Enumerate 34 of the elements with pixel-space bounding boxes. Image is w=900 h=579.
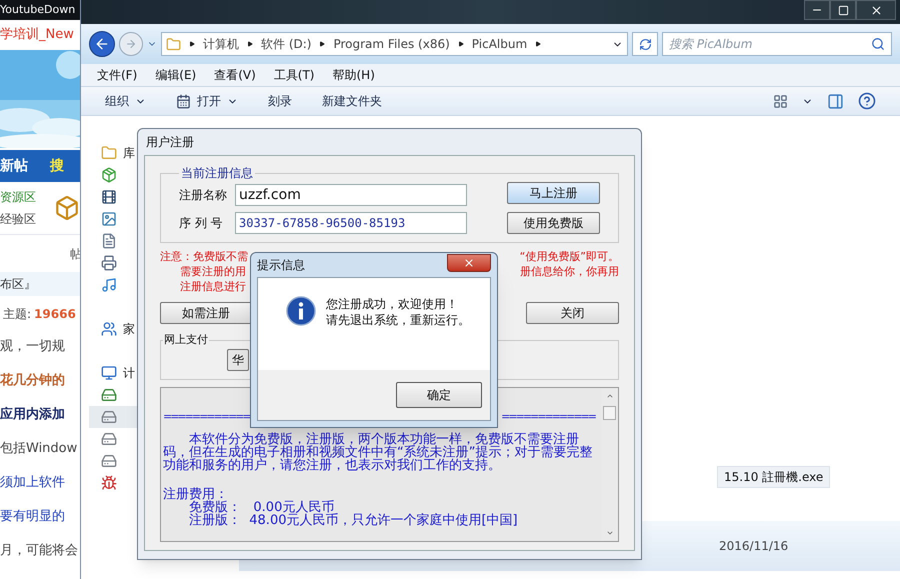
article-text: 要有明显的: [0, 508, 66, 526]
notice-text: 注意：免费版不需: [160, 249, 248, 264]
date-text: 2016/11/16: [719, 538, 788, 555]
fee-line: 免费版： 0.00元人民币: [188, 501, 334, 514]
fee-title: 注册费用：: [163, 488, 229, 501]
fee-line: 注册版： 48.00元人民币，只允许一个家庭中使用[中国]: [188, 514, 519, 527]
message-text: 您注册成功，欢迎使用！: [326, 296, 459, 312]
field-value: uzzf.com: [239, 186, 301, 204]
article-text: 包括Window: [0, 440, 78, 458]
info-paragraph: 本软件分为免费版，注册版，两个版本功能一样，免费版不需要注册码，但在生成的电子相册和视频文件中有“系统未注册”提示；对于需要完整功能和服务的用户，请您注册，也表示对我们工作的支持。: [163, 433, 594, 472]
group-title: 当前注册信息: [180, 165, 254, 182]
article-text: 观，一切规: [0, 338, 66, 356]
topics-count: 19666: [34, 306, 76, 323]
article-text: 花几分钟的: [0, 372, 66, 390]
article-text: 月，可能将会: [0, 542, 79, 560]
navigation-label: 库: [123, 145, 135, 162]
dialog-title: 用户注册: [146, 134, 194, 151]
field-label: 序 列 号: [179, 215, 224, 232]
topics-label: 主题:: [3, 306, 32, 323]
group-title: 网上支付: [163, 332, 209, 348]
article-text: 应用内添加: [0, 406, 66, 424]
message-text: 请先退出系统，重新运行。: [326, 312, 470, 328]
dialog-title: 提示信息: [257, 257, 305, 274]
field-label: 注册名称: [179, 187, 227, 204]
notice-text: “使用免费版”即可。: [520, 249, 619, 264]
notice-text: 需要注册的用: [180, 264, 246, 279]
navigation-label: 计: [123, 365, 135, 382]
notice-text: 册信息给你，你再用: [520, 264, 619, 279]
article-text: 须加上软件: [0, 474, 66, 492]
field-value: 30337-67858-96500-85193: [239, 215, 406, 232]
notice-text: 注册信息进行: [180, 279, 246, 294]
rule-text: ============: [163, 410, 250, 423]
rule-text: =============: [501, 410, 595, 423]
navigation-label: 家: [123, 321, 135, 338]
